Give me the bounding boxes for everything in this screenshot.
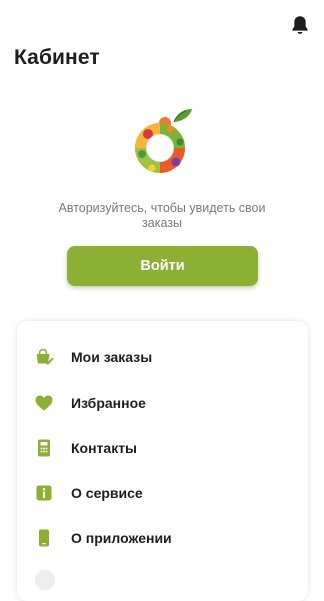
menu-item-favorites[interactable]: Избранное [17, 383, 308, 423]
menu-item-label: Контакты [71, 440, 138, 456]
auth-prompt-text: Авторизуйтесь, чтобы увидеть свои заказы [58, 201, 266, 230]
partial-menu-icon [35, 570, 55, 590]
page-title: Кабинет [14, 46, 100, 69]
fruit-logo [135, 109, 192, 173]
basket-check-icon [34, 347, 54, 367]
menu-item-label: Избранное [71, 395, 146, 411]
menu-item-label: О приложении [71, 530, 172, 546]
bell-icon[interactable] [289, 14, 311, 36]
heart-icon [34, 393, 54, 413]
menu-item-about-service[interactable]: О сервисе [17, 473, 308, 513]
login-button[interactable]: Войти [67, 246, 258, 286]
menu-item-contacts[interactable]: Контакты [17, 428, 308, 468]
menu-item-my-orders[interactable]: Мои заказы [17, 337, 308, 377]
menu-item-label: Мои заказы [71, 349, 153, 365]
mobile-icon [34, 528, 54, 548]
menu-item-about-app[interactable]: О приложении [17, 518, 308, 558]
menu-card: Мои заказы Избранное Контакты О сервисе … [17, 321, 308, 601]
phone-icon [34, 438, 54, 458]
info-icon [34, 483, 54, 503]
menu-item-label: О сервисе [71, 485, 143, 501]
